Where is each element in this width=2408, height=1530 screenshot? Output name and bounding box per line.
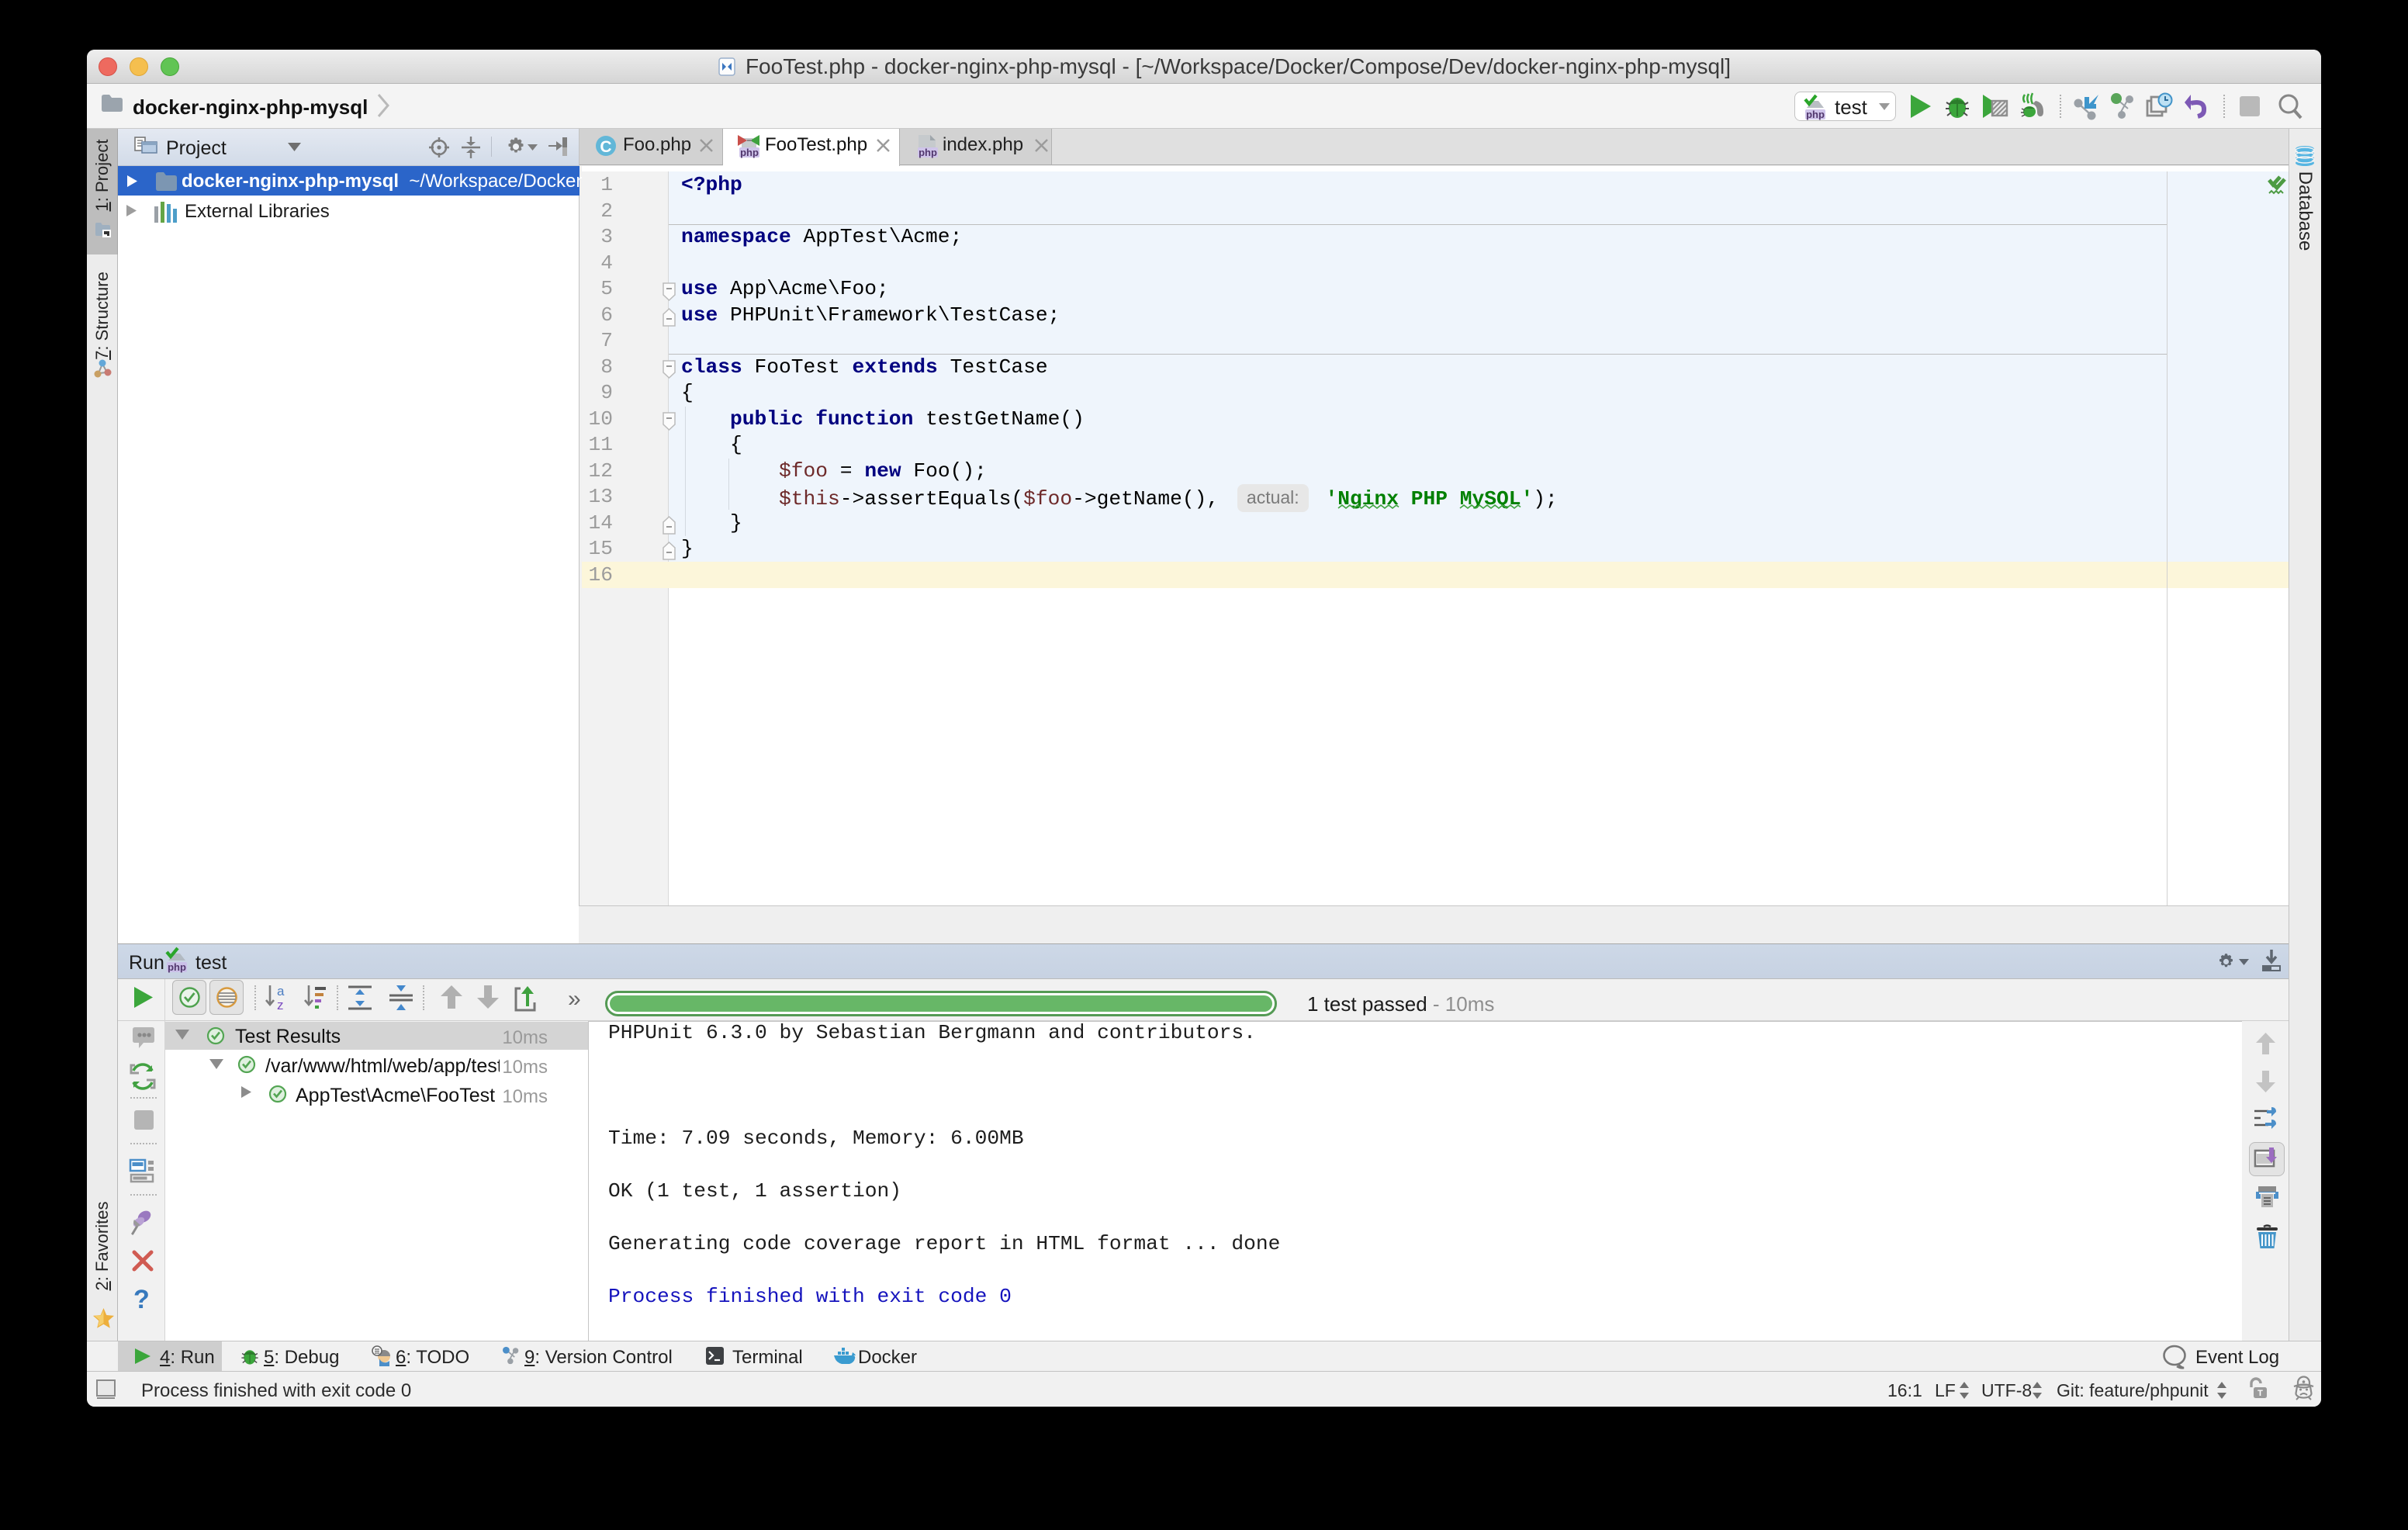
svg-text:php: php — [168, 961, 186, 973]
svg-text:php: php — [740, 147, 759, 158]
svg-text:C: C — [600, 138, 611, 156]
svg-text:z: z — [277, 998, 284, 1012]
svg-text:a: a — [277, 984, 285, 999]
svg-text:php: php — [919, 147, 937, 158]
svg-text:T: T — [2258, 1389, 2263, 1398]
svg-text:php: php — [1806, 109, 1825, 120]
